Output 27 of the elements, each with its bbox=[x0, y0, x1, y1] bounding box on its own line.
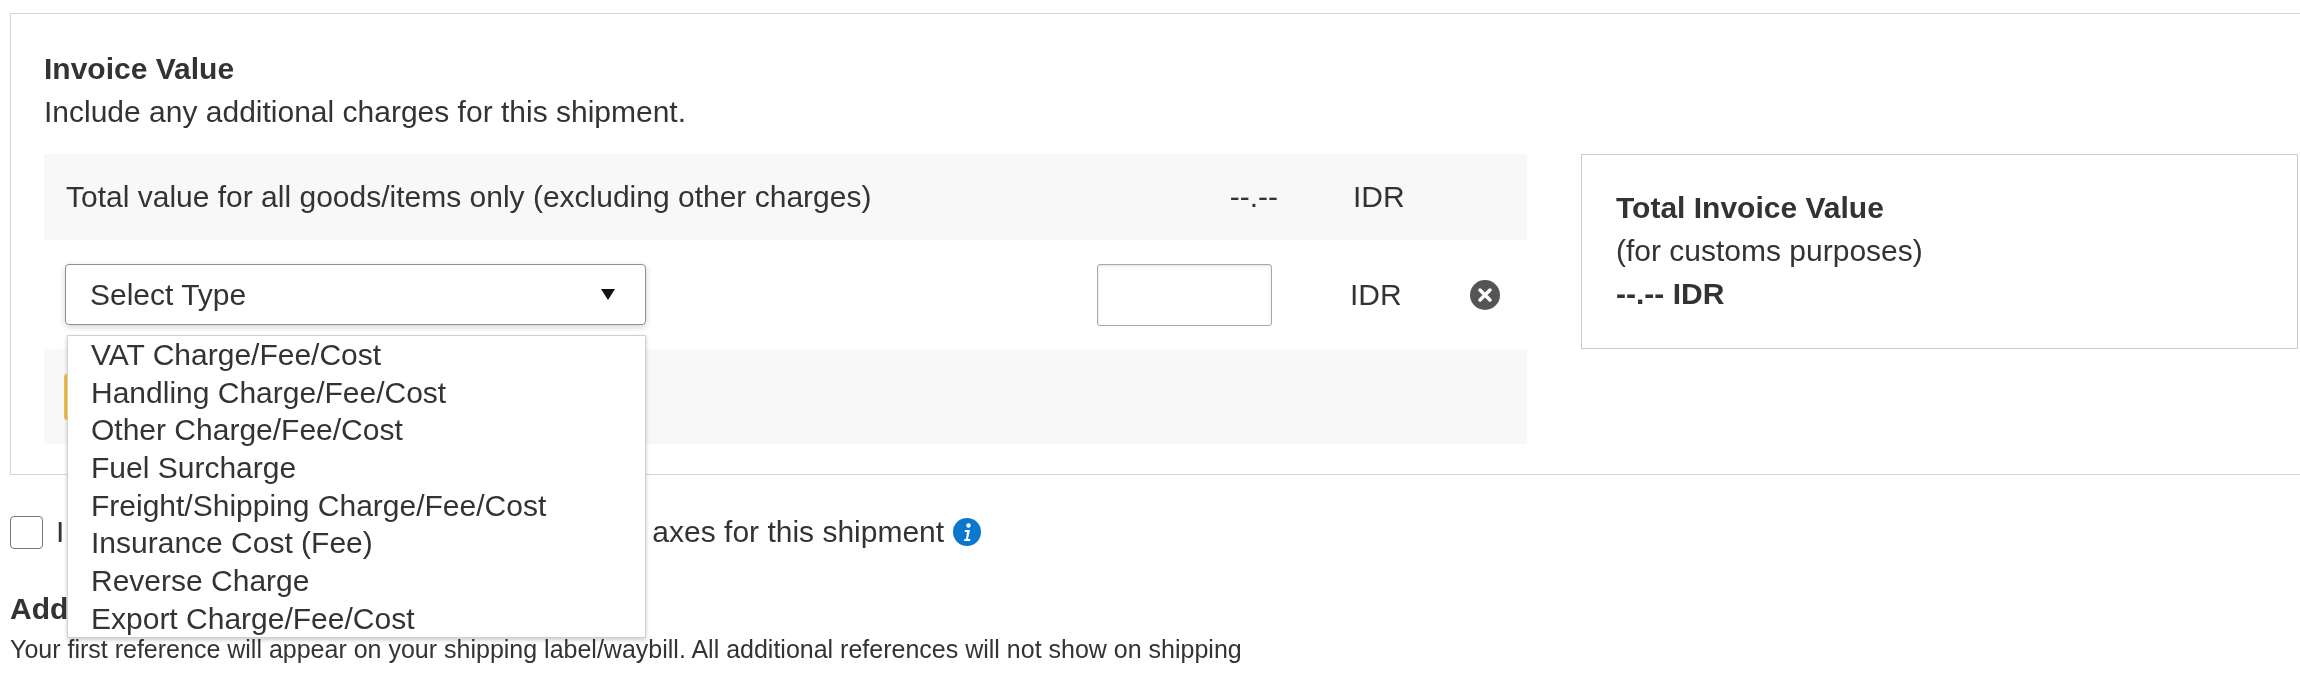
total-value: --.-- IDR bbox=[1616, 276, 1725, 312]
dropdown-option[interactable]: Export Charge/Fee/Cost bbox=[68, 599, 645, 637]
section-description: Include any additional charges for this shipment. bbox=[44, 94, 687, 130]
section-title: Invoice Value bbox=[44, 51, 235, 87]
references-title: Add bbox=[10, 591, 69, 627]
amount-input[interactable] bbox=[1097, 263, 1272, 326]
caret-icon bbox=[601, 289, 615, 300]
dropdown-option[interactable]: Handling Charge/Fee/Cost bbox=[68, 373, 645, 412]
type-select[interactable]: Select Type bbox=[65, 264, 646, 325]
remove-icon[interactable] bbox=[1470, 279, 1500, 310]
dropdown-option[interactable]: Freight/Shipping Charge/Fee/Cost bbox=[68, 486, 645, 525]
references-description: Your first reference will appear on your shipping label/waybill. All additional references will not show on shipping bbox=[10, 635, 1242, 664]
dropdown-option[interactable]: VAT Charge/Fee/Cost bbox=[68, 336, 645, 374]
dropdown-option[interactable]: Insurance Cost (Fee) bbox=[68, 524, 645, 563]
dropdown-option[interactable]: Fuel Surcharge bbox=[68, 449, 645, 487]
info-icon[interactable] bbox=[953, 518, 982, 546]
total-subtitle: (for customs purposes) bbox=[1616, 233, 1923, 269]
total-title: Total Invoice Value bbox=[1616, 190, 1884, 226]
checkbox-label: I bbox=[56, 514, 65, 550]
currency-label: IDR bbox=[1353, 179, 1405, 215]
checkbox-label: axes for this shipment bbox=[652, 514, 945, 550]
currency-label: IDR bbox=[1350, 276, 1402, 313]
dropdown-option[interactable]: Other Charge/Fee/Cost bbox=[68, 411, 645, 450]
goods-total-label: Total value for all goods/items only (excluding other charges) bbox=[66, 180, 872, 213]
dropdown-option[interactable]: Reverse Charge bbox=[68, 562, 645, 600]
duties-checkbox[interactable] bbox=[10, 515, 43, 549]
goods-total-value: --.-- bbox=[1229, 179, 1278, 215]
